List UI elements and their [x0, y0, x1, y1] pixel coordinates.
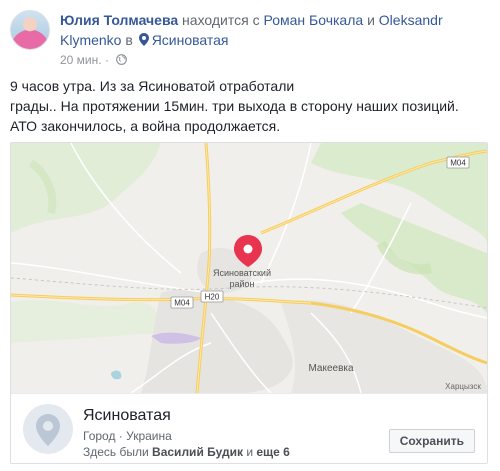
svg-text:M04: M04	[450, 159, 466, 168]
post-text-line: грады.. На протяжении 15мин. три выхода …	[10, 98, 459, 114]
meta-separator: ·	[101, 53, 113, 67]
place-info: Ясиноватая Город · Украина Здесь были Ва…	[11, 393, 487, 463]
place-visitors: Здесь были Василий Будик и еще 6	[83, 444, 290, 460]
post-meta: 20 мин. ·	[60, 52, 128, 68]
post-time[interactable]: 20 мин.	[60, 53, 102, 67]
map-label-city: Макеевка	[308, 363, 354, 374]
visited-and: и	[243, 445, 257, 459]
post-text: 9 часов утра. Из за Ясиноватой отработал…	[10, 76, 490, 136]
author-name[interactable]: Юлия Толмачева	[60, 12, 178, 28]
road-shield-m04-left: M04	[170, 296, 194, 309]
post-text-line: 9 часов утра. Из за Ясиноватой отработал…	[10, 78, 295, 94]
author-avatar[interactable]	[10, 10, 50, 50]
visited-prefix: Здесь были	[83, 445, 153, 459]
post-card: Юлия Толмачева находится с Роман Бочкала…	[0, 0, 500, 471]
map-label-district: Ясиноватский	[213, 268, 271, 278]
place-icon	[23, 404, 73, 454]
location-pin-icon	[36, 414, 60, 446]
location-pin-icon	[138, 33, 149, 46]
place-subtitle: Город · Украина	[83, 429, 172, 443]
map-label-district-2: район	[229, 279, 254, 289]
globe-icon[interactable]	[116, 54, 128, 65]
svg-text:M04: M04	[174, 299, 190, 308]
post-text-line: АТО закончилось, а война продолжается.	[10, 118, 281, 134]
tagged-person-1[interactable]: Роман Бочкала	[264, 12, 364, 28]
save-button[interactable]: Сохранить	[388, 429, 475, 453]
and-text: и	[363, 12, 379, 28]
road-shield-h20: H20	[200, 290, 224, 303]
map-label-town: Харцызск	[445, 382, 481, 391]
visitor-name[interactable]: Василий Будик	[152, 445, 243, 459]
location-card[interactable]: M04 H20 M04 Ясиноватский район Макеевка …	[10, 142, 488, 464]
road-shield-m04-right: M04	[446, 156, 470, 169]
place-title[interactable]: Ясиноватая	[83, 406, 171, 426]
post-header: Юлия Толмачева находится с Роман Бочкала…	[60, 10, 490, 50]
location-link[interactable]: Ясиноватая	[152, 32, 229, 48]
svg-text:H20: H20	[205, 293, 220, 302]
with-text: находится с	[178, 12, 264, 28]
in-text: в	[121, 32, 137, 48]
map[interactable]: M04 H20 M04 Ясиноватский район Макеевка …	[11, 143, 487, 393]
visitor-more[interactable]: еще 6	[256, 445, 289, 459]
